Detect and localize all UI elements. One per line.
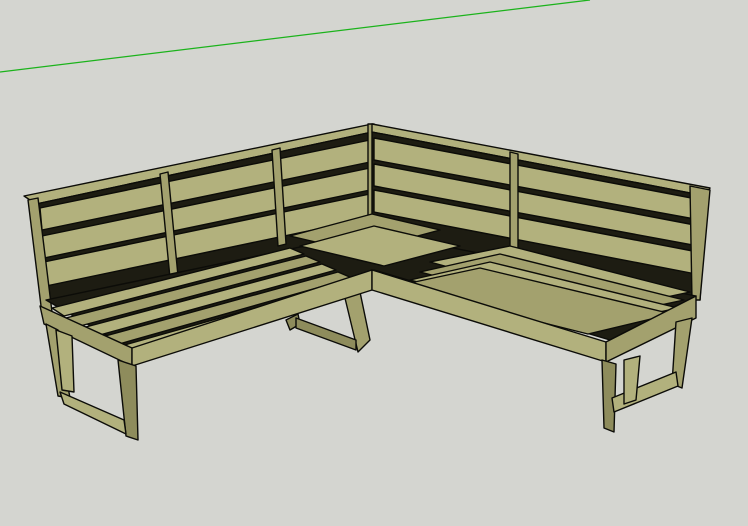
scene-canvas[interactable] [0, 0, 748, 526]
right-post-2 [689, 185, 711, 301]
corner-bench-model[interactable] [23, 123, 711, 441]
right-post-1 [509, 151, 519, 257]
green-axis-line [0, 0, 591, 73]
left-leg-bottom [59, 391, 127, 435]
right-leg-front [601, 359, 617, 433]
modeling-viewport[interactable] [0, 0, 748, 526]
right-leg-bottom [611, 371, 679, 413]
center-leg-bottom [295, 317, 357, 351]
